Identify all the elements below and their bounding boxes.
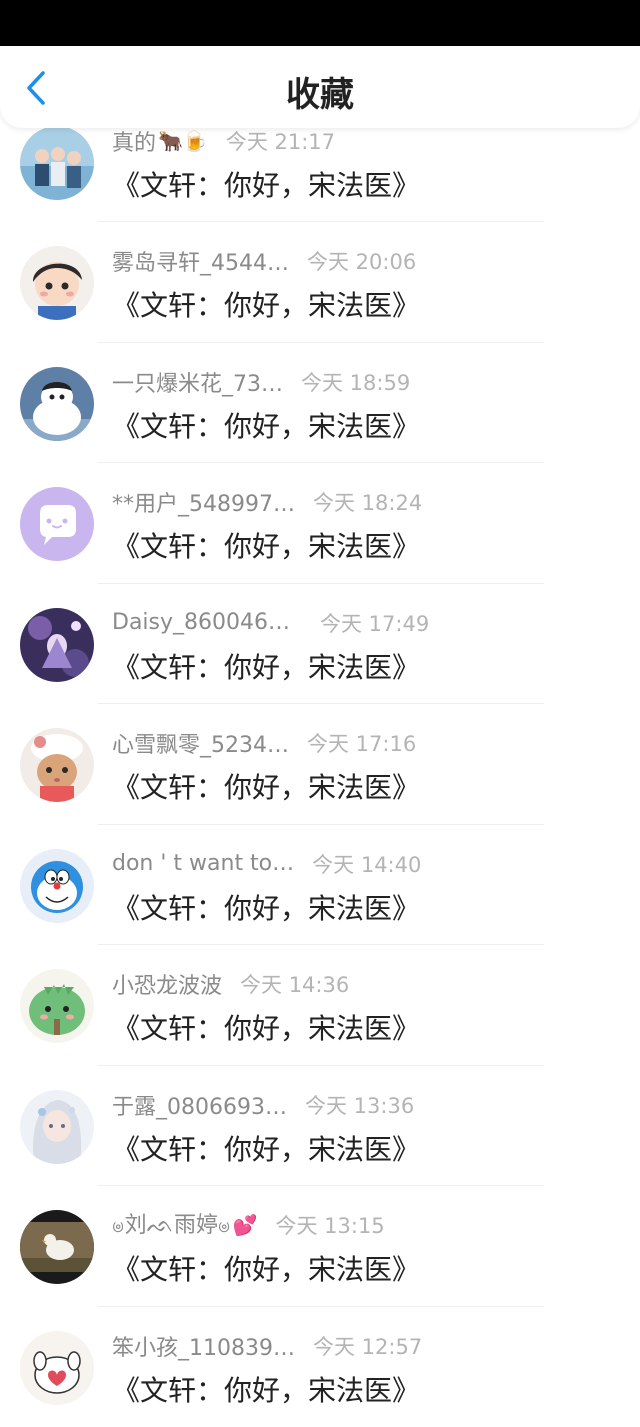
timestamp: 今天 17:49 — [320, 608, 429, 638]
status-bar — [0, 0, 640, 46]
list-item[interactable]: 雾岛寻轩_4544… 今天 20:06 《文轩：你好，宋法医》 — [0, 222, 640, 343]
username-emoji: 🐂🍺 — [158, 129, 208, 153]
page-title: 收藏 — [0, 46, 640, 128]
avatar — [20, 849, 94, 923]
item-meta: 小恐龙波波 今天 14:36 — [112, 969, 349, 999]
item-title: 《文轩：你好，宋法医》 — [112, 284, 420, 324]
username: **用户_548997… — [112, 486, 295, 518]
item-meta: don ' t want to… 今天 14:40 — [112, 849, 421, 879]
timestamp: 今天 12:57 — [313, 1331, 422, 1361]
list-item[interactable]: 真的 🐂🍺 今天 21:17 《文轩：你好，宋法医》 — [0, 128, 640, 222]
chevron-left-icon — [25, 70, 47, 106]
avatar — [20, 608, 94, 682]
timestamp: 今天 18:24 — [313, 487, 422, 517]
timestamp: 今天 17:16 — [307, 728, 416, 758]
username: 一只爆米花_73… — [112, 366, 283, 398]
timestamp: 今天 18:59 — [301, 367, 410, 397]
list-item[interactable]: **用户_548997… 今天 18:24 《文轩：你好，宋法医》 — [0, 463, 640, 584]
item-meta: 笨小孩_110839… 今天 12:57 — [112, 1331, 422, 1361]
item-title: 《文轩：你好，宋法医》 — [112, 1248, 420, 1288]
list-item[interactable]: 一只爆米花_73… 今天 18:59 《文轩：你好，宋法医》 — [0, 343, 640, 464]
item-title: 《文轩：你好，宋法医》 — [112, 646, 420, 686]
item-title: 《文轩：你好，宋法医》 — [112, 1128, 420, 1168]
username-emoji: 💕 — [233, 1213, 258, 1237]
item-title: 《文轩：你好，宋法医》 — [112, 164, 420, 204]
item-meta: 心雪飘零_5234… 今天 17:16 — [112, 728, 416, 758]
list-item[interactable]: Daisy_8600469… 今天 17:49 《文轩：你好，宋法医》 — [0, 584, 640, 705]
item-meta: 雾岛寻轩_4544… 今天 20:06 — [112, 246, 416, 276]
list-item[interactable]: 笨小孩_110839… 今天 12:57 《文轩：你好，宋法医》 — [0, 1307, 640, 1427]
item-meta: **用户_548997… 今天 18:24 — [112, 487, 422, 517]
header: 收藏 — [0, 46, 640, 128]
username: 真的 — [112, 125, 156, 157]
list-item[interactable]: 于露_0806693… 今天 13:36 《文轩：你好，宋法医》 — [0, 1066, 640, 1187]
list-item[interactable]: don ' t want to… 今天 14:40 《文轩：你好，宋法医》 — [0, 825, 640, 946]
timestamp: 今天 13:36 — [305, 1090, 414, 1120]
avatar — [20, 1331, 94, 1405]
avatar — [20, 246, 94, 320]
timestamp: 今天 14:36 — [240, 969, 349, 999]
avatar — [20, 367, 94, 441]
avatar — [20, 487, 94, 561]
avatar — [20, 969, 94, 1043]
item-meta: ၑ刘ᨒ雨婷ၑ 💕 今天 13:15 — [112, 1210, 385, 1240]
list-item[interactable]: ၑ刘ᨒ雨婷ၑ 💕 今天 13:15 《文轩：你好，宋法医》 — [0, 1186, 640, 1307]
item-title: 《文轩：你好，宋法医》 — [112, 1007, 420, 1047]
username: 小恐龙波波 — [112, 968, 222, 1000]
avatar — [20, 126, 94, 200]
favorites-list: 真的 🐂🍺 今天 21:17 《文轩：你好，宋法医》 雾岛寻轩_4544… 今天… — [0, 128, 640, 1427]
avatar — [20, 1090, 94, 1164]
item-meta: 真的 🐂🍺 今天 21:17 — [112, 126, 335, 156]
username: 心雪飘零_5234… — [112, 727, 289, 759]
username: 于露_0806693… — [112, 1089, 287, 1121]
username: ၑ刘ᨒ雨婷ၑ — [112, 1207, 231, 1243]
item-title: 《文轩：你好，宋法医》 — [112, 887, 420, 927]
list-item[interactable]: 心雪飘零_5234… 今天 17:16 《文轩：你好，宋法医》 — [0, 704, 640, 825]
timestamp: 今天 21:17 — [226, 126, 335, 156]
item-title: 《文轩：你好，宋法医》 — [112, 405, 420, 445]
timestamp: 今天 14:40 — [312, 849, 421, 879]
timestamp: 今天 13:15 — [275, 1210, 384, 1240]
item-meta: 于露_0806693… 今天 13:36 — [112, 1090, 414, 1120]
back-button[interactable] — [14, 64, 58, 112]
item-meta: Daisy_8600469… 今天 17:49 — [112, 608, 429, 638]
username: Daisy_8600469… — [112, 610, 302, 635]
timestamp: 今天 20:06 — [307, 246, 416, 276]
item-title: 《文轩：你好，宋法医》 — [112, 766, 420, 806]
avatar — [20, 728, 94, 802]
avatar — [20, 1210, 94, 1284]
username: 笨小孩_110839… — [112, 1330, 295, 1362]
item-title: 《文轩：你好，宋法医》 — [112, 525, 420, 565]
list-item[interactable]: 小恐龙波波 今天 14:36 《文轩：你好，宋法医》 — [0, 945, 640, 1066]
username: 雾岛寻轩_4544… — [112, 245, 289, 277]
item-meta: 一只爆米花_73… 今天 18:59 — [112, 367, 410, 397]
item-title: 《文轩：你好，宋法医》 — [112, 1369, 420, 1409]
username: don ' t want to… — [112, 851, 294, 876]
